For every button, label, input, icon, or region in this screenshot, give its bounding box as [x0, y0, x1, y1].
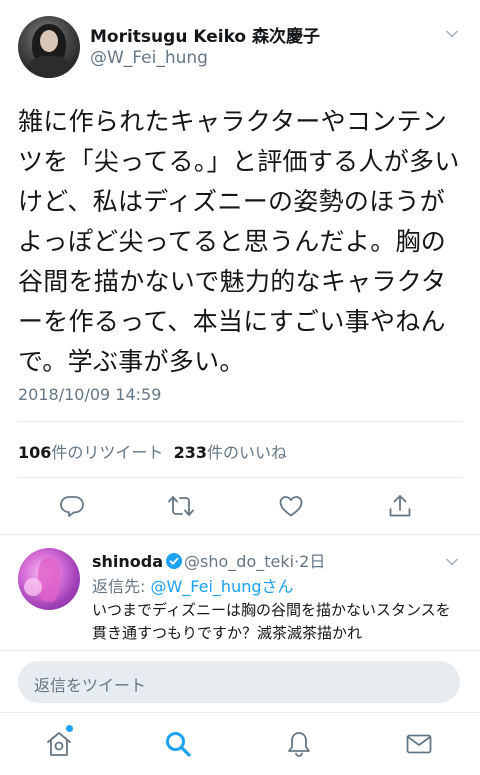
tab-notifications[interactable] — [284, 729, 314, 759]
author-avatar[interactable] — [18, 16, 80, 78]
reply-icon — [60, 496, 84, 517]
tab-search[interactable] — [163, 729, 193, 759]
retweet-icon — [168, 496, 194, 516]
tab-messages[interactable] — [404, 729, 434, 759]
bottom-tab-bar — [0, 712, 480, 775]
chevron-down-icon[interactable] — [446, 28, 458, 40]
retweet-label[interactable]: 件のリツイート — [51, 443, 163, 462]
tweet-timestamp: 2018/10/09 14:59 — [18, 385, 162, 404]
new-content-dot — [66, 725, 73, 732]
divider — [18, 421, 462, 422]
reply-tweet[interactable]: shinoda @sho_do_teki·2日 返信先: @W_Fei_hungさ… — [0, 548, 480, 648]
verified-badge-icon — [166, 553, 183, 569]
reply-composer-input[interactable]: 返信をツイート — [18, 661, 460, 703]
divider — [0, 534, 480, 535]
tab-home[interactable] — [44, 725, 74, 759]
reply-to-prefix: 返信先: — [92, 577, 151, 596]
tweet-actions — [0, 490, 480, 526]
reply-header: shinoda @sho_do_teki·2日 — [92, 552, 326, 571]
chevron-down-icon[interactable] — [446, 556, 458, 568]
share-button[interactable] — [384, 490, 416, 522]
like-label[interactable]: 件のいいね — [207, 443, 287, 462]
reply-button[interactable] — [56, 490, 88, 522]
tweet-header: Moritsugu Keiko 森次慶子 @W_Fei_hung — [18, 16, 462, 78]
reply-composer-bar: 返信をツイート — [0, 650, 480, 712]
reply-to-line: 返信先: @W_Fei_hungさん — [92, 573, 294, 597]
notifications-icon — [288, 732, 310, 757]
messages-icon — [406, 734, 432, 754]
reply-time: 2日 — [299, 552, 326, 571]
author-handle[interactable]: @W_Fei_hung — [90, 48, 208, 68]
search-icon — [166, 732, 191, 757]
reply-author-name[interactable]: shinoda — [92, 552, 163, 571]
retweet-count[interactable]: 106 — [18, 443, 51, 462]
divider — [18, 477, 462, 478]
reply-to-link[interactable]: @W_Fei_hungさん — [150, 577, 293, 596]
reply-avatar[interactable] — [18, 548, 80, 610]
like-count[interactable]: 233 — [174, 443, 207, 462]
home-icon — [47, 732, 71, 756]
tweet-text: 雑に作られたキャラクターやコンテンツを「尖ってる。」と評価する人が多いけど、私は… — [18, 107, 460, 376]
like-icon — [279, 496, 303, 517]
like-button[interactable] — [275, 490, 307, 522]
tweet-stats: 106件のリツイート 233件のいいね — [18, 439, 287, 463]
reply-text: いつまでディズニーは胸の谷間を描かないスタンスを貫き通すつもりですか？滅茶滅茶描… — [92, 601, 451, 642]
author-display-name[interactable]: Moritsugu Keiko 森次慶子 — [90, 22, 320, 47]
retweet-button[interactable] — [165, 490, 197, 522]
reply-author-handle[interactable]: @sho_do_teki — [184, 552, 294, 571]
share-icon — [389, 495, 411, 517]
